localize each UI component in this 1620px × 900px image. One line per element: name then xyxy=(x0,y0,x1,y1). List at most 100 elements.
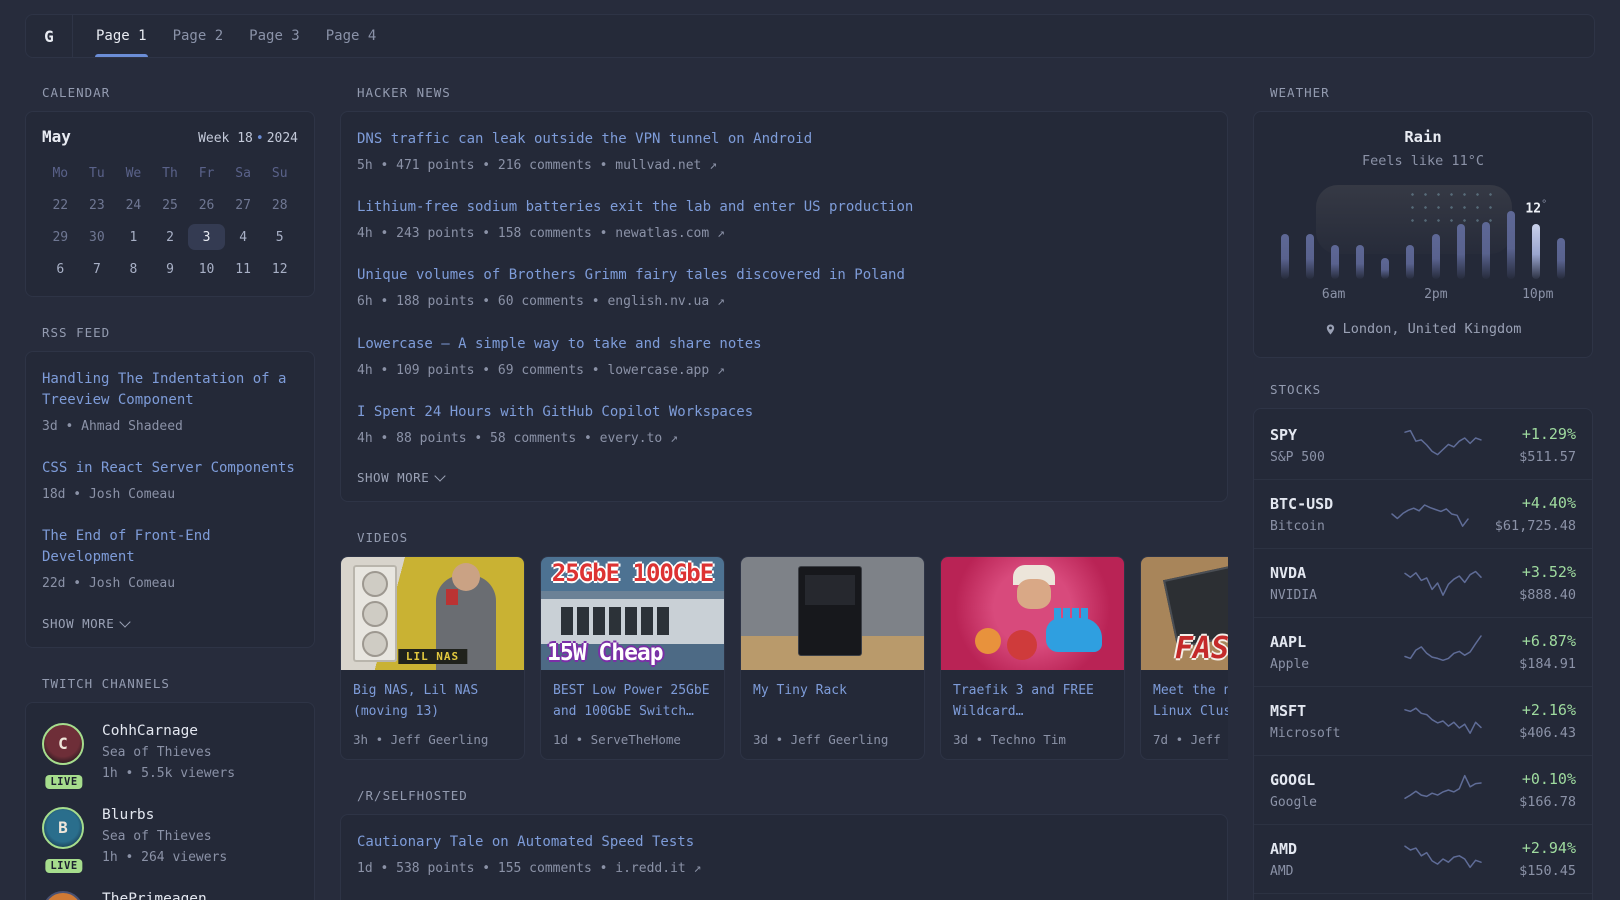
video-thumbnail[interactable]: 25GbE 100GbE 15W Cheap xyxy=(541,557,724,670)
video-title[interactable]: My Tiny Rack xyxy=(753,680,912,723)
twitch-channel-name[interactable]: Blurbs xyxy=(102,807,227,823)
tab-page-4[interactable]: Page 4 xyxy=(313,15,390,57)
hn-item-link[interactable]: Lithium-free sodium batteries exit the l… xyxy=(357,197,1211,218)
weather-header: WEATHER xyxy=(1270,85,1593,100)
calendar-day: 23 xyxy=(79,192,116,218)
weather-bar xyxy=(1322,191,1347,279)
stock-row[interactable]: AAPL Apple +6.87% $184.91 xyxy=(1254,617,1592,686)
video-thumbnail[interactable] xyxy=(941,557,1124,670)
stock-change: +3.52% xyxy=(1519,563,1576,581)
hn-item-link[interactable]: DNS traffic can leak outside the VPN tun… xyxy=(357,129,1211,150)
stock-change: +2.94% xyxy=(1519,839,1576,857)
calendar-day: 1 xyxy=(115,224,152,250)
live-badge: LIVE xyxy=(45,775,82,789)
video-card[interactable]: My Tiny Rack 3d • Jeff Geerling xyxy=(740,556,925,760)
weather-bar xyxy=(1473,191,1498,279)
video-title[interactable]: BEST Low Power 25GbEand 100GbE Switch… xyxy=(553,680,712,723)
reddit-item-link[interactable]: Cautionary Tale on Automated Speed Tests xyxy=(357,832,1211,853)
hn-item-meta: 4h • 109 points • 69 comments • lowercas… xyxy=(357,362,1211,380)
calendar-widget: May Week 18•2024 Mo Tu We Th Fr Sa Su 22… xyxy=(25,111,315,297)
hn-item: Lowercase – A simple way to take and sha… xyxy=(357,334,1211,380)
stock-row[interactable]: MSFT Microsoft +2.16% $406.43 xyxy=(1254,686,1592,755)
hn-item-meta: 4h • 88 points • 58 comments • every.to … xyxy=(357,430,1211,448)
calendar-day: 29 xyxy=(42,224,79,250)
rss-item-link[interactable]: CSS in React Server Components xyxy=(42,458,298,479)
hn-item: DNS traffic can leak outside the VPN tun… xyxy=(357,129,1211,175)
weather-bar xyxy=(1272,191,1297,279)
calendar-day: 26 xyxy=(188,192,225,218)
twitch-avatar-wrap: P xyxy=(42,891,86,900)
stocks-widget: SPY S&P 500 +1.29% $511.57 BTC-USD Bitco… xyxy=(1253,408,1593,900)
weather-chart: 12° xyxy=(1270,191,1576,279)
video-meta: 3h • Jeff Geerling xyxy=(353,732,512,747)
thumbnail-text: FAS xyxy=(1175,631,1228,666)
show-more-label: SHOW MORE xyxy=(357,470,429,485)
rss-show-more-button[interactable]: SHOW MORE xyxy=(42,616,130,631)
hn-item-link[interactable]: Unique volumes of Brothers Grimm fairy t… xyxy=(357,265,1211,286)
video-title[interactable]: Big NAS, Lil NAS(moving 13) xyxy=(353,680,512,723)
stock-row[interactable]: RDDT -1.65% xyxy=(1254,893,1592,900)
stock-row[interactable]: GOOGL Google +0.10% $166.78 xyxy=(1254,755,1592,824)
thumbnail-text: 25GbE 100GbE xyxy=(541,559,724,587)
calendar-day: 11 xyxy=(225,256,262,282)
avatar: C xyxy=(42,723,84,765)
stock-change: +6.87% xyxy=(1519,632,1576,650)
video-thumbnail[interactable]: FAS xyxy=(1141,557,1228,670)
tab-page-1[interactable]: Page 1 xyxy=(83,15,160,57)
weekday-label: Mo xyxy=(42,160,79,186)
calendar-day: 30 xyxy=(79,224,116,250)
rss-item-link[interactable]: Handling The Indentation of a Treeview C… xyxy=(42,369,298,411)
stock-row[interactable]: NVDA NVIDIA +3.52% $888.40 xyxy=(1254,548,1592,617)
weather-bar xyxy=(1549,191,1574,279)
rss-item-meta: 18d • Josh Comeau xyxy=(42,486,298,504)
hn-show-more-button[interactable]: SHOW MORE xyxy=(357,470,445,485)
video-thumbnail[interactable] xyxy=(741,557,924,670)
video-card[interactable]: LIL NAS Big NAS, Lil NAS(moving 13) 3h •… xyxy=(340,556,525,760)
stock-sparkline xyxy=(1404,565,1482,601)
tab-page-2[interactable]: Page 2 xyxy=(160,15,237,57)
stock-name: Google xyxy=(1270,795,1366,810)
hn-item-link[interactable]: I Spent 24 Hours with GitHub Copilot Wor… xyxy=(357,402,1211,423)
video-title[interactable]: Traefik 3 and FREEWildcard… xyxy=(953,680,1112,723)
video-card[interactable]: 25GbE 100GbE 15W Cheap BEST Low Power 25… xyxy=(540,556,725,760)
hn-item-meta: 4h • 243 points • 158 comments • newatla… xyxy=(357,225,1211,243)
calendar-day: 28 xyxy=(261,192,298,218)
twitch-channel-game: Sea of Thieves xyxy=(102,745,235,760)
stock-row[interactable]: BTC-USD Bitcoin +4.40% $61,725.48 xyxy=(1254,479,1592,548)
stock-change: +1.29% xyxy=(1519,425,1576,443)
weather-widget: Rain Feels like 11°C 12° 6am 2pm 10pm Lo… xyxy=(1253,111,1593,358)
stock-name: Microsoft xyxy=(1270,726,1366,741)
tab-page-3[interactable]: Page 3 xyxy=(236,15,313,57)
video-card[interactable]: Traefik 3 and FREEWildcard… 3d • Techno … xyxy=(940,556,1125,760)
twitch-channel-row[interactable]: B LIVE Blurbs Sea of Thieves 1h • 264 vi… xyxy=(42,807,298,865)
video-card[interactable]: FAS Meet the nLinux Clus 7d • Jeff xyxy=(1140,556,1228,760)
calendar-day: 22 xyxy=(42,192,79,218)
video-title[interactable]: Meet the nLinux Clus xyxy=(1153,680,1228,723)
weather-bar xyxy=(1423,191,1448,279)
stocks-header: STOCKS xyxy=(1270,382,1593,397)
rss-item: CSS in React Server Components 18d • Jos… xyxy=(42,458,298,504)
stock-sparkline xyxy=(1404,841,1482,877)
calendar-day: 24 xyxy=(115,192,152,218)
twitch-channel-name[interactable]: ThePrimeagen xyxy=(102,891,207,900)
stock-symbol: AAPL xyxy=(1270,633,1366,651)
calendar-day: 2 xyxy=(152,224,189,250)
axis-label: 2pm xyxy=(1424,287,1447,302)
hn-item-link[interactable]: Lowercase – A simple way to take and sha… xyxy=(357,334,1211,355)
twitch-channel-row[interactable]: C LIVE CohhCarnage Sea of Thieves 1h • 5… xyxy=(42,723,298,781)
hn-item-meta: 6h • 188 points • 60 comments • english.… xyxy=(357,293,1211,311)
stock-name: Apple xyxy=(1270,657,1366,672)
rss-item-link[interactable]: The End of Front-End Development xyxy=(42,526,298,568)
twitch-widget: C LIVE CohhCarnage Sea of Thieves 1h • 5… xyxy=(25,702,315,900)
stock-name: AMD xyxy=(1270,864,1366,879)
twitch-channel-name[interactable]: CohhCarnage xyxy=(102,723,235,739)
calendar-month: May xyxy=(42,127,71,146)
axis-label: 6am xyxy=(1322,287,1345,302)
video-thumbnail[interactable]: LIL NAS xyxy=(341,557,524,670)
stock-price: $406.43 xyxy=(1519,725,1576,741)
stock-row[interactable]: SPY S&P 500 +1.29% $511.57 xyxy=(1254,411,1592,479)
weather-bar xyxy=(1448,191,1473,279)
twitch-channel-row[interactable]: P ThePrimeagen xyxy=(42,891,298,900)
stock-row[interactable]: AMD AMD +2.94% $150.45 xyxy=(1254,824,1592,893)
twitch-section: TWITCH CHANNELS C LIVE CohhCarnage Sea o… xyxy=(25,676,315,900)
